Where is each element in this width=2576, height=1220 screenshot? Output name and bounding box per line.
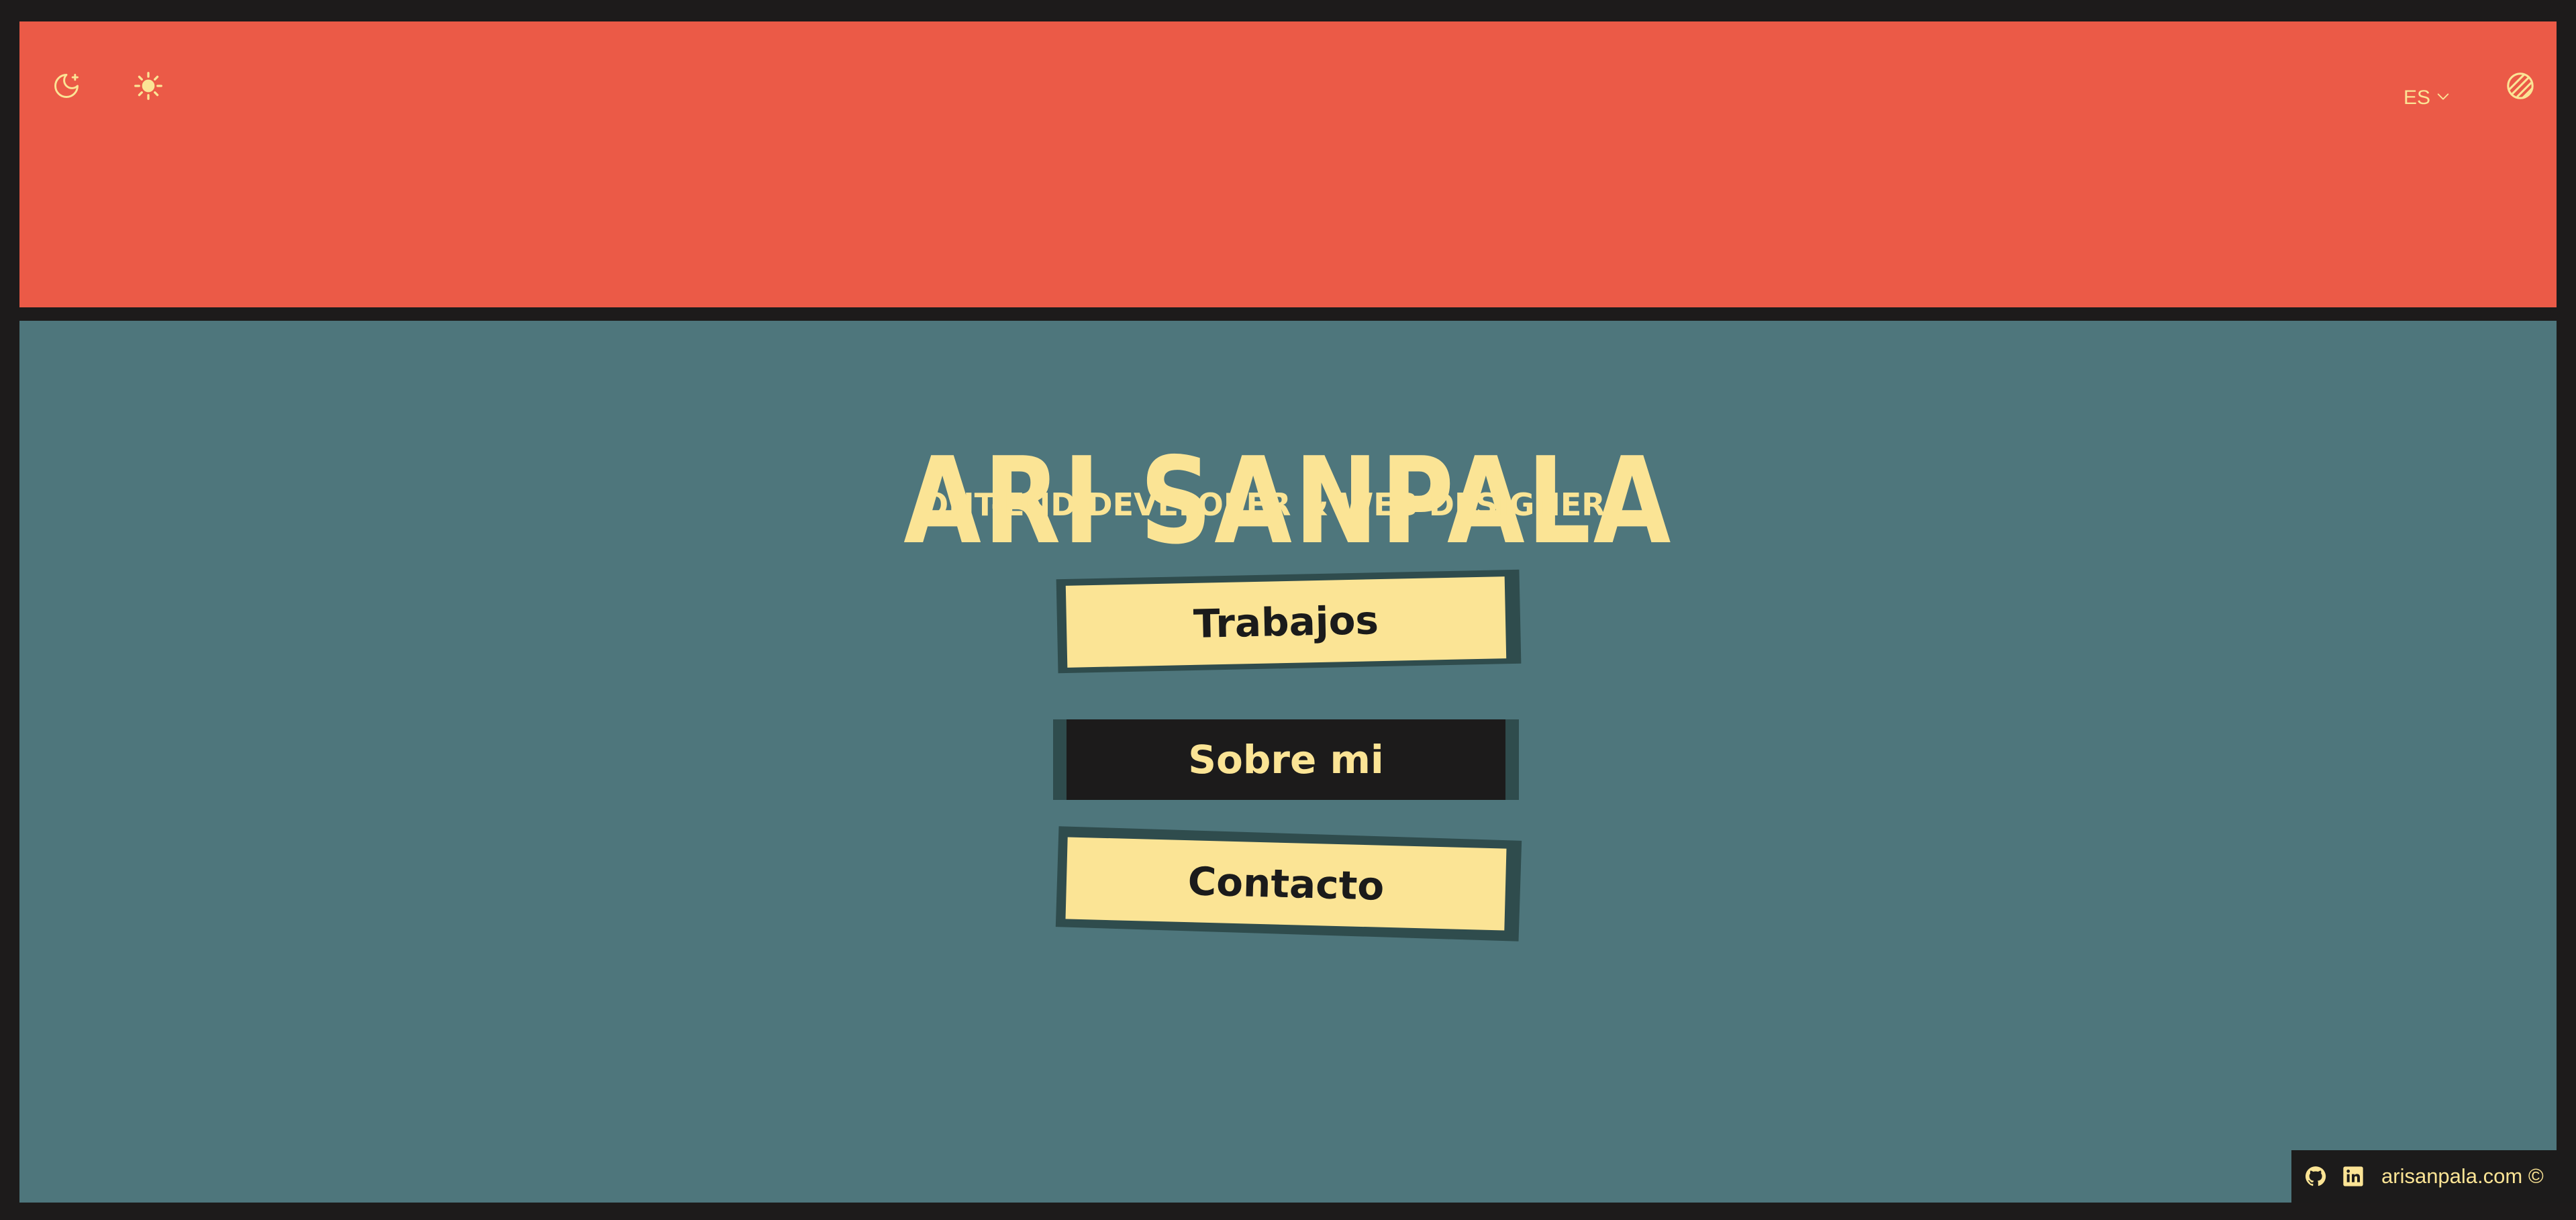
language-label: ES [2404, 87, 2431, 109]
nav-button-trabajos[interactable]: Trabajos [1056, 569, 1530, 674]
moon-icon[interactable] [40, 59, 93, 113]
language-selector[interactable]: ES [2404, 82, 2450, 114]
linkedin-icon[interactable] [2340, 1163, 2367, 1190]
page-subtitle: ONT-END DEVELOPER & WEB DESIGNER [922, 487, 1605, 523]
nav-button-label: Contacto [1065, 837, 1507, 931]
page-frame: ES ARI SANPALA ONT-END DEVELOPER & WEB D… [19, 21, 2557, 1203]
nav-button-label: Trabajos [1065, 576, 1507, 668]
chevron-down-icon [2436, 87, 2450, 109]
nav-button-contacto[interactable]: Contacto [1055, 826, 1530, 942]
sun-icon[interactable] [121, 59, 175, 113]
copyright-text: arisanpala.com © [2381, 1164, 2544, 1188]
footer-bar: arisanpala.com © [2291, 1150, 2576, 1203]
contrast-icon[interactable] [2493, 59, 2547, 113]
github-icon[interactable] [2302, 1163, 2329, 1190]
header-bar: ES [19, 21, 2557, 307]
nav-button-sobre-mi[interactable]: Sobre mi [1053, 719, 1530, 813]
main-section: ARI SANPALA ONT-END DEVELOPER & WEB DESI… [19, 321, 2557, 1203]
nav-button-label: Sobre mi [1067, 719, 1505, 800]
